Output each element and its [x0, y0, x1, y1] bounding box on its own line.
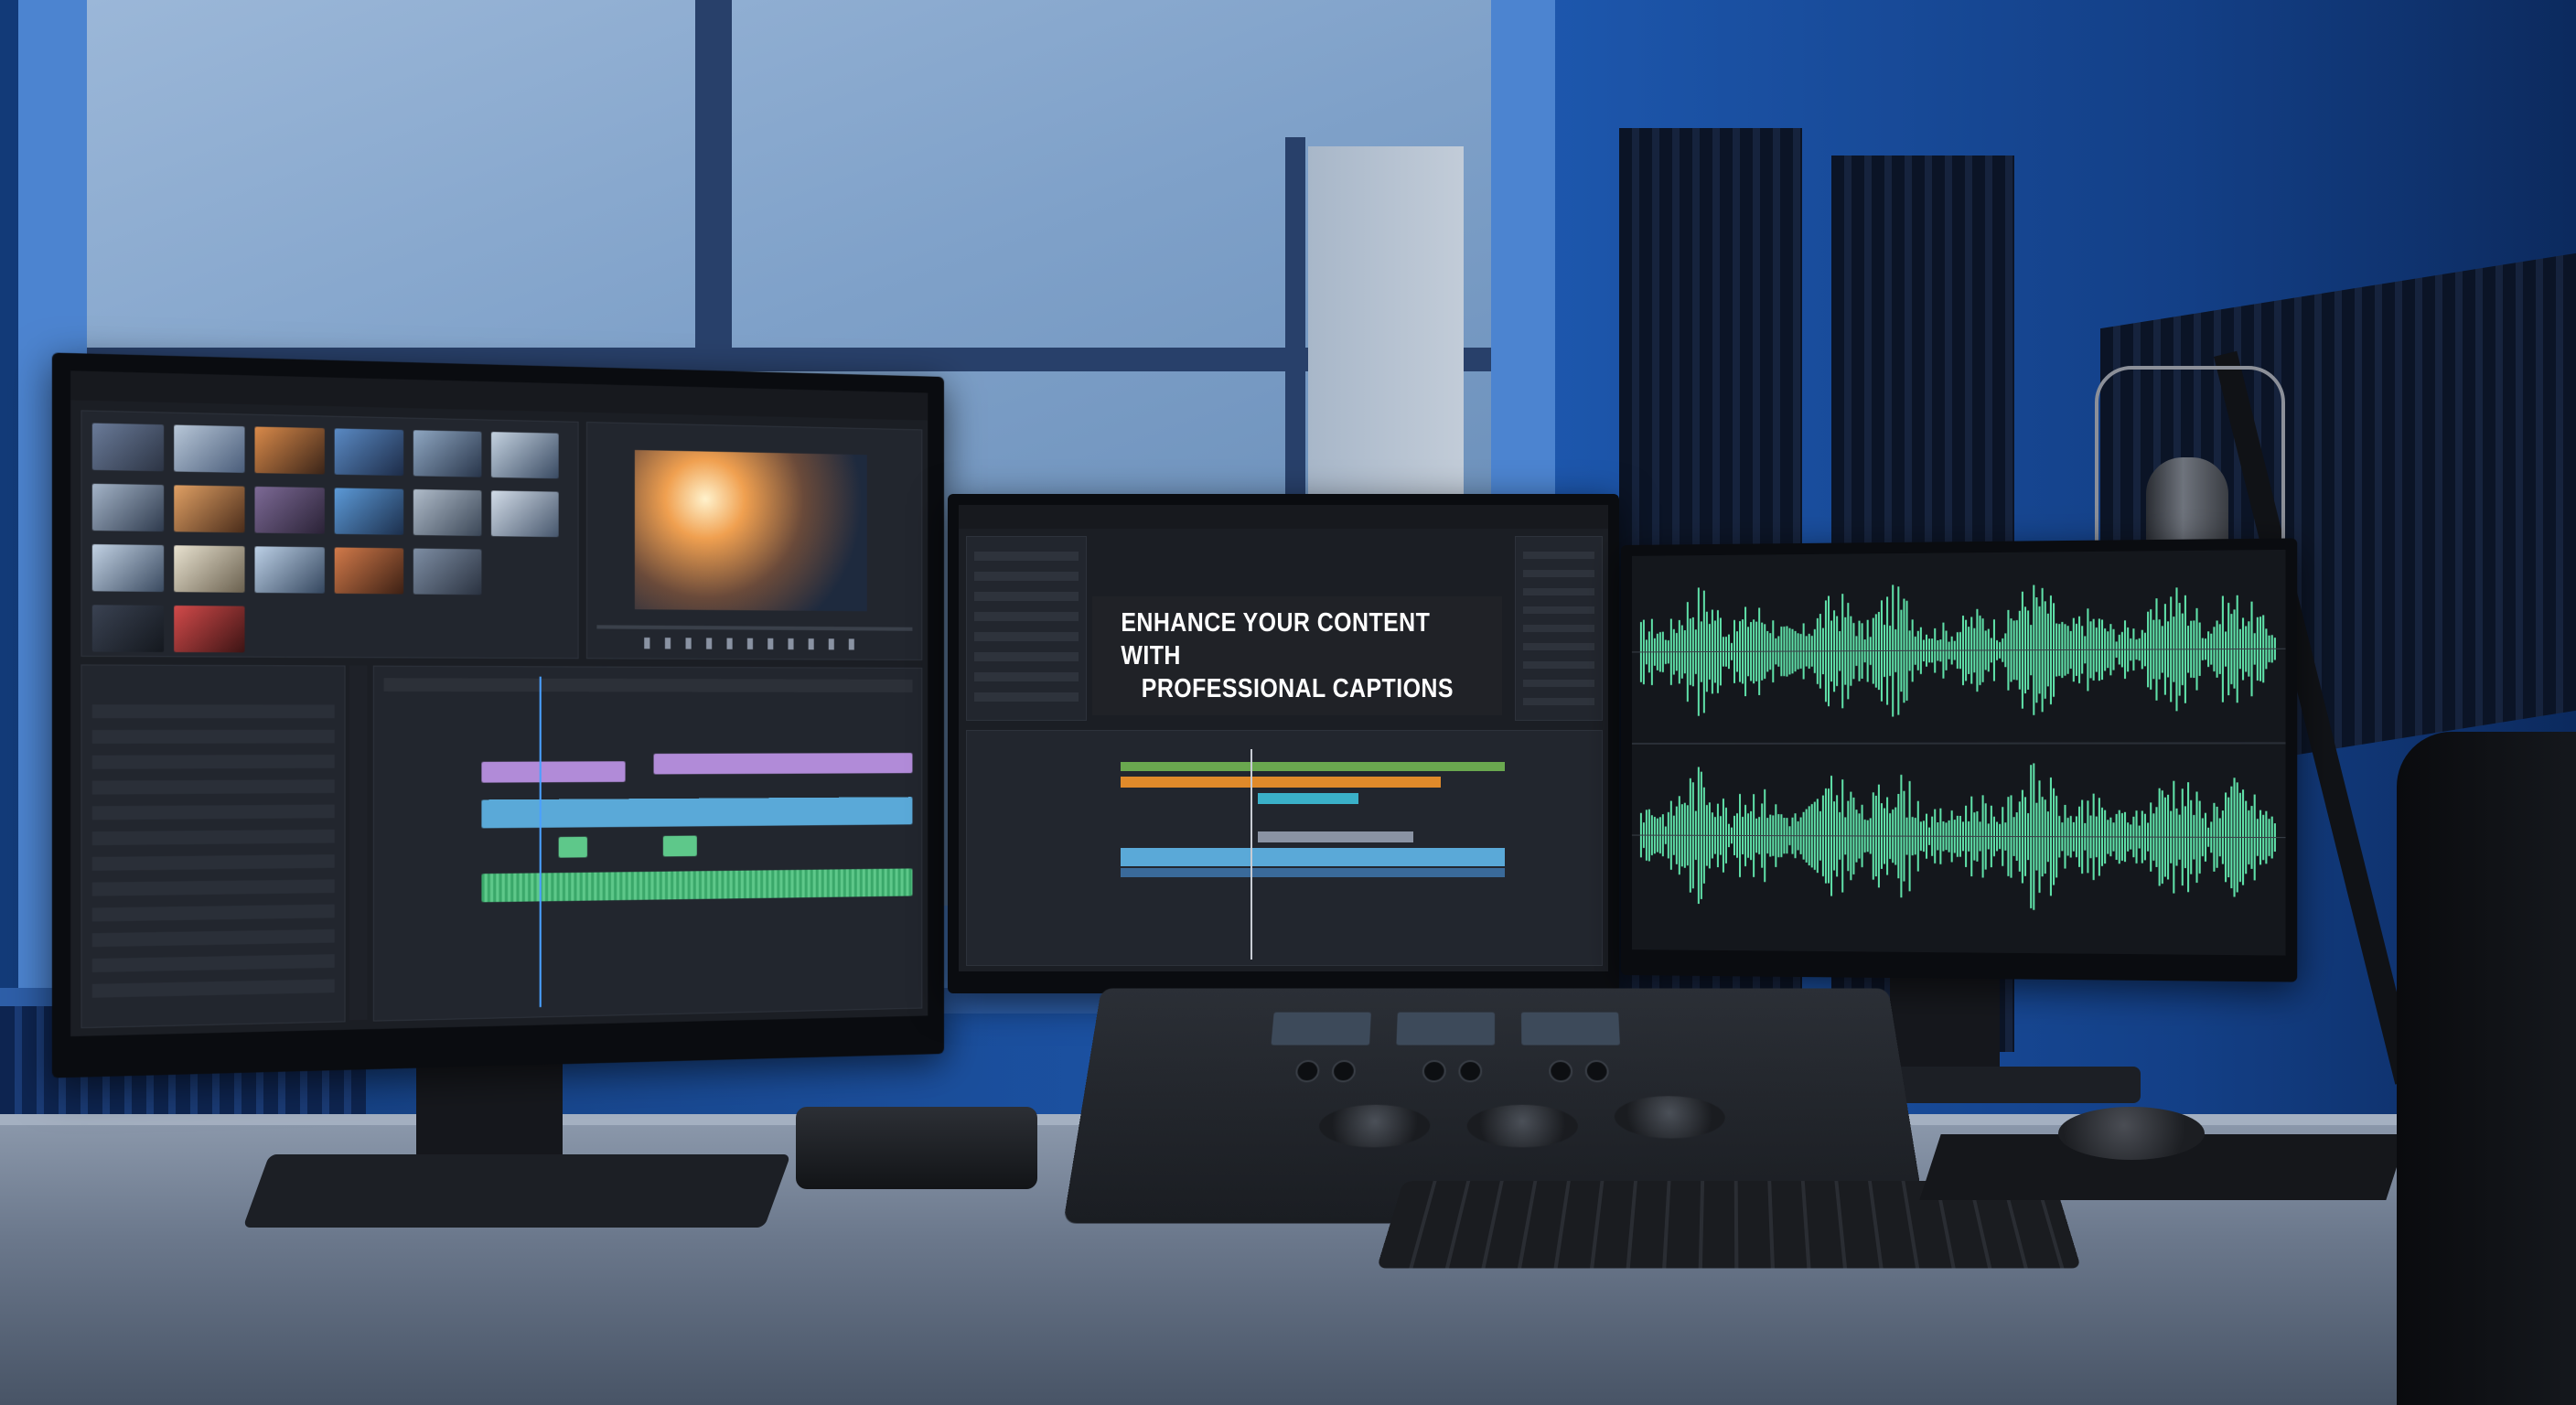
clip-thumbnail[interactable] — [334, 488, 404, 535]
playhead[interactable] — [539, 676, 542, 1008]
trackball-icon[interactable] — [1466, 1104, 1579, 1148]
mini-computer — [796, 1107, 1037, 1189]
clip-thumbnail[interactable] — [413, 430, 482, 477]
caption-track-audio[interactable] — [1121, 868, 1505, 877]
project-file-list[interactable] — [91, 704, 335, 998]
caption-line-2: PROFESSIONAL CAPTIONS — [1141, 674, 1454, 703]
timeline-clip-video[interactable] — [481, 797, 913, 829]
caption-track-green[interactable] — [1121, 762, 1505, 771]
caption-track-orange[interactable] — [1121, 777, 1441, 788]
caption-clip-cyan[interactable] — [1258, 793, 1358, 804]
clip-thumbnail[interactable] — [91, 483, 165, 532]
caption-preview: ENHANCE YOUR CONTENT WITH PROFESSIONAL C… — [1092, 596, 1502, 715]
media-bin-panel — [80, 410, 579, 660]
left-monitor-base — [242, 1154, 791, 1228]
clip-thumbnail[interactable] — [334, 428, 404, 477]
panel-display — [1396, 1012, 1495, 1046]
clip-thumbnail[interactable] — [174, 606, 245, 653]
panel-display — [1271, 1012, 1371, 1046]
clip-thumbnail[interactable] — [490, 490, 559, 538]
panel-knob[interactable] — [1549, 1060, 1573, 1083]
left-monitor — [51, 352, 945, 1078]
panel-display — [1520, 1012, 1620, 1046]
right-monitor-stand — [1890, 970, 2000, 1079]
panel-knob[interactable] — [1458, 1060, 1483, 1083]
tool-strip[interactable] — [349, 665, 368, 1021]
video-editor-screen — [70, 370, 928, 1037]
caption-properties-panel — [1515, 536, 1603, 721]
right-monitor — [1621, 538, 2298, 982]
program-preview[interactable] — [634, 449, 867, 612]
channel-divider — [1632, 743, 2286, 744]
clip-thumbnail[interactable] — [174, 485, 245, 533]
timeline-clip-purple[interactable] — [653, 753, 913, 775]
caption-tree[interactable] — [974, 552, 1079, 707]
audio-editor-screen — [1631, 549, 2286, 956]
caption-properties[interactable] — [1523, 552, 1594, 707]
timeline-ruler[interactable] — [383, 678, 913, 692]
clip-thumbnail[interactable] — [334, 547, 404, 595]
caption-editor-screen: ENHANCE YOUR CONTENT WITH PROFESSIONAL C… — [959, 505, 1608, 971]
clip-thumbnail[interactable] — [490, 432, 559, 479]
panel-knob[interactable] — [1294, 1060, 1321, 1083]
panel-knob[interactable] — [1422, 1060, 1446, 1083]
caption-timeline-panel — [966, 730, 1603, 966]
caption-editor-menu-bar — [959, 505, 1608, 529]
program-monitor-panel — [585, 422, 923, 660]
trackball-icon[interactable] — [1317, 1104, 1431, 1148]
caption-track-blue[interactable] — [1121, 848, 1505, 866]
panel-knob[interactable] — [1331, 1060, 1357, 1083]
timeline-clip-green[interactable] — [662, 835, 697, 857]
timeline-clip-purple[interactable] — [481, 761, 626, 783]
clip-thumbnail[interactable] — [174, 545, 245, 593]
mouse-icon[interactable] — [2058, 1107, 2205, 1160]
clip-thumbnail[interactable] — [413, 548, 482, 595]
clip-thumbnail[interactable] — [91, 423, 165, 472]
clip-thumbnail[interactable] — [254, 546, 325, 594]
transport-controls[interactable] — [644, 638, 867, 650]
caption-line-1: ENHANCE YOUR CONTENT WITH — [1121, 608, 1431, 670]
clip-thumbnail[interactable] — [91, 605, 165, 652]
panel-knob[interactable] — [1584, 1060, 1610, 1083]
timeline-clip-green[interactable] — [558, 836, 587, 858]
timeline-panel — [372, 665, 923, 1022]
clip-thumbnail[interactable] — [254, 486, 325, 534]
project-panel — [80, 664, 346, 1029]
caption-sidebar — [966, 536, 1087, 721]
caption-playhead[interactable] — [1250, 749, 1252, 960]
chair — [2397, 732, 2576, 1405]
clip-thumbnail[interactable] — [413, 488, 482, 536]
timeline-audio-track[interactable] — [481, 868, 913, 903]
clip-thumbnail[interactable] — [91, 544, 165, 593]
scrub-bar[interactable] — [596, 625, 913, 631]
audio-waveform[interactable] — [1632, 550, 2286, 956]
caption-clip-grey[interactable] — [1258, 831, 1413, 842]
trackball-icon[interactable] — [1613, 1096, 1727, 1139]
clip-thumbnail[interactable] — [174, 424, 245, 473]
center-monitor: ENHANCE YOUR CONTENT WITH PROFESSIONAL C… — [948, 494, 1619, 993]
clip-thumbnail[interactable] — [254, 426, 325, 475]
